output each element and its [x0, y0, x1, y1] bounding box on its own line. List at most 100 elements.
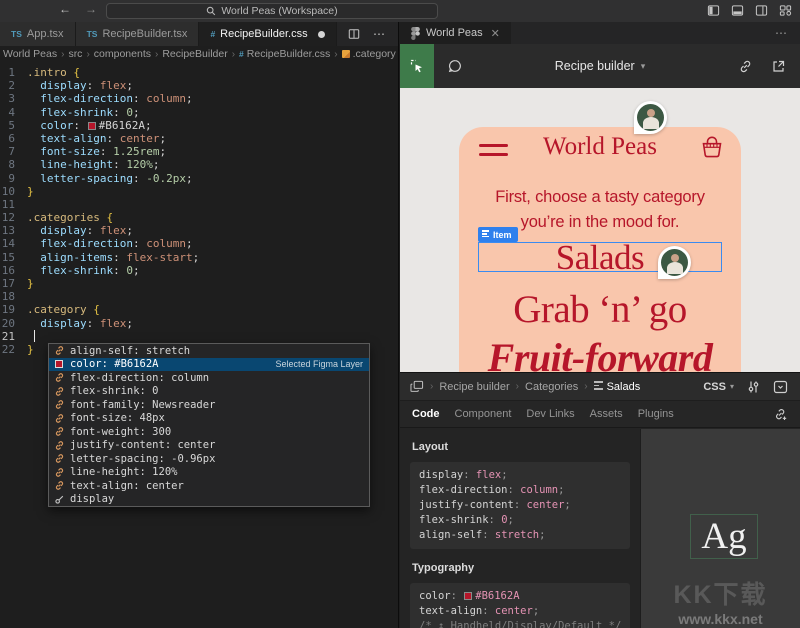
- inspector-breadcrumb-bar: › Recipe builder › Categories › Salads C…: [400, 373, 800, 401]
- code-line[interactable]: 7 font-size: 1.25rem;: [0, 145, 398, 158]
- autocomplete-item[interactable]: align-self: stretch: [49, 344, 369, 358]
- line-number: 15: [0, 251, 27, 264]
- breadcrumb: World Peas› src› components› RecipeBuild…: [0, 46, 398, 62]
- code-line[interactable]: 12.categories {: [0, 211, 398, 224]
- css-line: flex-direction: column;: [419, 483, 621, 498]
- inspector-css-panel[interactable]: Layoutdisplay: flex;flex-direction: colu…: [400, 429, 640, 628]
- inspector-breadcrumb-selected[interactable]: Salads: [594, 381, 641, 393]
- css-code-block[interactable]: display: flex;flex-direction: column;jus…: [410, 462, 630, 549]
- breadcrumb-item-file[interactable]: #RecipeBuilder.css: [239, 48, 330, 60]
- breadcrumb-item[interactable]: src: [68, 48, 82, 60]
- tab-dev-links[interactable]: Dev Links: [526, 408, 574, 420]
- collapse-panel-icon[interactable]: [773, 380, 788, 394]
- breadcrumb-item[interactable]: World Peas: [3, 48, 57, 60]
- tab-recipebuilder-css[interactable]: # RecipeBuilder.css: [199, 22, 336, 46]
- close-icon[interactable]: ✕: [491, 27, 500, 40]
- split-editor-icon[interactable]: [348, 28, 360, 40]
- basket-icon[interactable]: [699, 135, 725, 160]
- code-line[interactable]: 15 align-items: flex-start;: [0, 251, 398, 264]
- autocomplete-item[interactable]: font-weight: 300: [49, 425, 369, 439]
- line-number: 2: [0, 79, 27, 92]
- code-line[interactable]: 13 display: flex;: [0, 224, 398, 237]
- css-code-block[interactable]: color: #B6162Atext-align: center;/* ↕ Ha…: [410, 583, 630, 628]
- tab-world-peas[interactable]: World Peas ✕: [400, 22, 511, 44]
- category-grab-n-go[interactable]: Grab ‘n’ go: [459, 287, 741, 332]
- more-actions-icon[interactable]: ⋯: [373, 27, 386, 41]
- line-number: 6: [0, 132, 27, 145]
- css-file-icon: #: [210, 29, 215, 39]
- settings-sliders-icon[interactable]: [747, 380, 760, 394]
- code-line[interactable]: 9 letter-spacing: -0.2px;: [0, 172, 398, 185]
- code-line[interactable]: 14 flex-direction: column;: [0, 237, 398, 250]
- autocomplete-item[interactable]: flex-direction: column: [49, 371, 369, 385]
- autocomplete-item[interactable]: color: #B6162ASelected Figma Layer: [49, 358, 369, 372]
- chat-bubble-icon: [447, 58, 463, 74]
- autocomplete-item[interactable]: font-family: Newsreader: [49, 398, 369, 412]
- code-line[interactable]: 8 line-height: 120%;: [0, 158, 398, 171]
- autocomplete-item[interactable]: font-size: 48px: [49, 412, 369, 426]
- code-line[interactable]: 19.category {: [0, 303, 398, 316]
- item-layer-badge[interactable]: Item: [478, 227, 518, 242]
- link-icon: [53, 345, 65, 356]
- autocomplete-item[interactable]: flex-shrink: 0: [49, 385, 369, 399]
- code-line[interactable]: 1.intro {: [0, 66, 398, 79]
- suggestion-label: flex-shrink: 0: [70, 385, 159, 397]
- toggle-sidebar-icon[interactable]: [707, 4, 720, 17]
- breadcrumb-item-symbol[interactable]: .category: [342, 48, 396, 60]
- category-salads[interactable]: Salads: [556, 240, 644, 275]
- breadcrumb-item[interactable]: components: [94, 48, 151, 60]
- autocomplete-item[interactable]: justify-content: center: [49, 439, 369, 453]
- add-link-icon[interactable]: [773, 407, 788, 422]
- inspector-breadcrumb-item[interactable]: Categories: [525, 381, 578, 393]
- text-caret: [34, 330, 36, 342]
- tab-code[interactable]: Code: [412, 408, 440, 420]
- more-actions-icon[interactable]: ⋯: [775, 26, 800, 40]
- frames-icon[interactable]: [410, 380, 424, 393]
- code-line[interactable]: 6 text-align: center;: [0, 132, 398, 145]
- code-line[interactable]: 3 flex-direction: column;: [0, 92, 398, 105]
- figma-logo-icon: [411, 27, 420, 40]
- tab-app-tsx[interactable]: TS App.tsx: [0, 22, 76, 46]
- code-line[interactable]: 2 display: flex;: [0, 79, 398, 92]
- code-line[interactable]: 5 color: #B6162A;: [0, 119, 398, 132]
- tab-plugins[interactable]: Plugins: [638, 408, 674, 420]
- copy-link-icon[interactable]: [738, 59, 753, 74]
- toggle-secondary-sidebar-icon[interactable]: [755, 4, 768, 17]
- language-dropdown[interactable]: CSS▾: [703, 381, 734, 393]
- command-center-search[interactable]: World Peas (Workspace): [106, 3, 438, 19]
- customize-layout-icon[interactable]: [779, 4, 792, 17]
- code-editor[interactable]: 1.intro {2 display: flex;3 flex-directio…: [0, 62, 398, 356]
- back-arrow-icon[interactable]: ←: [56, 2, 74, 16]
- autocomplete-item[interactable]: display: [49, 493, 369, 507]
- open-external-icon[interactable]: [771, 59, 786, 74]
- code-line[interactable]: 18: [0, 290, 398, 303]
- code-line[interactable]: 11: [0, 198, 398, 211]
- code-line[interactable]: 10}: [0, 185, 398, 198]
- category-fruit-forward[interactable]: Fruit-forward: [459, 334, 741, 372]
- inspector-breadcrumb-item[interactable]: Recipe builder: [439, 381, 509, 393]
- code-line[interactable]: 20 display: flex;: [0, 317, 398, 330]
- tab-assets[interactable]: Assets: [590, 408, 623, 420]
- select-tool-button[interactable]: [400, 44, 434, 88]
- autocomplete-item[interactable]: text-align: center: [49, 479, 369, 493]
- code-line[interactable]: 4 flex-shrink: 0;: [0, 106, 398, 119]
- code-line[interactable]: 16 flex-shrink: 0;: [0, 264, 398, 277]
- code-line[interactable]: 17}: [0, 277, 398, 290]
- breadcrumb-item[interactable]: RecipeBuilder: [162, 48, 227, 60]
- mobile-frame[interactable]: World Peas First, choose a tasty categor…: [459, 127, 741, 372]
- toggle-panel-icon[interactable]: [731, 4, 744, 17]
- tab-label: App.tsx: [27, 28, 64, 40]
- autocomplete-item[interactable]: letter-spacing: -0.96px: [49, 452, 369, 466]
- code-line[interactable]: 21: [0, 330, 398, 343]
- autocomplete-item[interactable]: line-height: 120%: [49, 466, 369, 480]
- chevron-down-icon: ▾: [641, 61, 646, 72]
- forward-arrow-icon[interactable]: →: [82, 2, 100, 16]
- comment-tool-button[interactable]: [447, 58, 463, 74]
- design-canvas[interactable]: World Peas First, choose a tasty categor…: [400, 88, 800, 372]
- tab-component[interactable]: Component: [455, 408, 512, 420]
- section-title: Typography: [412, 562, 630, 574]
- tab-recipebuilder-tsx[interactable]: TS RecipeBuilder.tsx: [76, 22, 200, 46]
- frame-title-dropdown[interactable]: Recipe builder ▾: [555, 59, 645, 73]
- unsaved-changes-dot[interactable]: [318, 31, 325, 38]
- figma-toolbar: Recipe builder ▾: [400, 44, 800, 88]
